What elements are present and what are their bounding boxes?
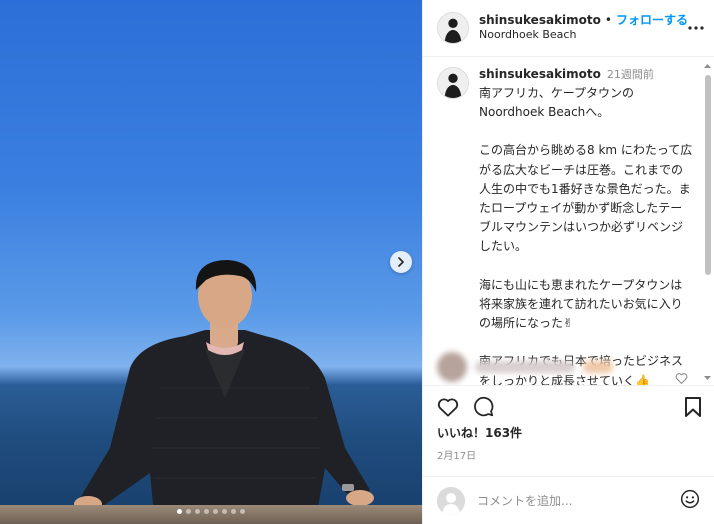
- carousel-indicators: [177, 509, 245, 514]
- instagram-post: shinsukesakimoto • フォローする Noordhoek Beac…: [0, 0, 714, 524]
- caption-meta: shinsukesakimoto 21週間前: [479, 65, 692, 84]
- action-icons: [437, 396, 702, 417]
- scroll-down-arrow-icon: [704, 375, 711, 380]
- carousel-dot: [231, 509, 236, 514]
- caption-line: [479, 122, 692, 141]
- caption-line: [479, 333, 692, 352]
- smiley-icon: [680, 489, 700, 508]
- avatar: [437, 486, 465, 515]
- save-button[interactable]: [684, 396, 702, 417]
- action-bar: いいね！163件 2月17日: [423, 385, 714, 462]
- heart-icon: [437, 398, 459, 417]
- avatar[interactable]: [437, 66, 469, 99]
- caption-line: 南アフリカ、ケープタウンの: [479, 85, 635, 100]
- profile-photo-icon: [438, 12, 468, 43]
- caption-body: shinsukesakimoto 21週間前 南アフリカ、ケープタウンの Noord…: [479, 65, 692, 386]
- caption-line: ブルマウンテンはいつか必ずリベンジ: [479, 220, 684, 235]
- carousel-dot: [222, 509, 227, 514]
- caption-line: たロープウェイが動かず断念したテー: [479, 200, 683, 215]
- carousel-dot: [240, 509, 245, 514]
- blurred-avatar: [437, 351, 467, 382]
- caption-line: 将来家族を連れて訪れたいお気に入り: [479, 296, 683, 311]
- carousel-dot: [195, 509, 200, 514]
- comment-icon: [474, 397, 494, 417]
- caption-line: Noordhoek Beachへ。: [479, 104, 610, 119]
- blurred-text: [583, 360, 613, 373]
- like-button[interactable]: [437, 397, 459, 417]
- caption-line: の場所になった✌: [479, 316, 574, 331]
- default-avatar-icon: [437, 486, 465, 515]
- chevron-right-icon: [398, 257, 404, 267]
- heart-icon: [675, 372, 688, 384]
- carousel-dot: [186, 509, 191, 514]
- separator-dot: •: [604, 13, 612, 28]
- caption-text: 南アフリカ、ケープタウンの Noordhoek Beachへ。 この高台から眺める…: [479, 84, 692, 386]
- carousel-dot: [177, 509, 182, 514]
- caption-line: 海にも山にも恵まれたケープタウンは: [479, 277, 683, 292]
- comments-section[interactable]: shinsukesakimoto 21週間前 南アフリカ、ケープタウンの Noord…: [423, 57, 714, 386]
- scroll-thumb[interactable]: [705, 74, 711, 275]
- post-date: 2月17日: [437, 451, 477, 463]
- emoji-button[interactable]: [680, 489, 700, 513]
- bookmark-icon: [685, 396, 701, 417]
- post-photo[interactable]: [0, 0, 422, 524]
- railing: [0, 505, 422, 524]
- person-figure: [74, 260, 374, 524]
- scroll-up-arrow-icon: [704, 63, 711, 68]
- more-options-button[interactable]: [688, 17, 704, 39]
- carousel-dot: [204, 509, 209, 514]
- avatar[interactable]: [437, 11, 469, 44]
- next-slide-button[interactable]: [390, 251, 412, 273]
- carousel-dot: [213, 509, 218, 514]
- blurred-comment: [437, 351, 613, 382]
- header-text: shinsukesakimoto • フォローする Noordhoek Beac…: [479, 12, 688, 43]
- caption-time: 21週間前: [606, 67, 654, 81]
- post-sidebar: shinsukesakimoto • フォローする Noordhoek Beac…: [422, 0, 714, 524]
- comment-button[interactable]: [473, 396, 494, 417]
- caption-line: 人生の中でも1番好きな景色だった。ま: [479, 181, 691, 196]
- follow-button[interactable]: フォローする: [616, 12, 688, 28]
- add-comment-bar: [423, 476, 714, 524]
- caption-line: [479, 256, 692, 275]
- post-header: shinsukesakimoto • フォローする Noordhoek Beac…: [423, 0, 714, 57]
- comments-scrollbar[interactable]: [703, 63, 712, 381]
- caption-line: したい。: [479, 239, 528, 254]
- caption-line: がる広大なビーチは圧巻。これまでの: [479, 162, 684, 177]
- likes-count[interactable]: いいね！163件: [437, 424, 702, 441]
- caption-username[interactable]: shinsukesakimoto: [479, 67, 601, 81]
- comment-like-button[interactable]: [675, 369, 688, 386]
- location-link[interactable]: Noordhoek Beach: [479, 28, 688, 43]
- caption-line: この高台から眺める8 km にわたって広: [479, 143, 693, 158]
- header-top-row: shinsukesakimoto • フォローする: [479, 12, 688, 28]
- blurred-text: [475, 360, 575, 373]
- profile-photo-icon: [438, 67, 468, 98]
- caption: shinsukesakimoto 21週間前 南アフリカ、ケープタウンの Noord…: [437, 65, 698, 386]
- username-link[interactable]: shinsukesakimoto: [479, 12, 601, 28]
- more-options-icon: [688, 26, 704, 30]
- comment-input[interactable]: [477, 493, 680, 508]
